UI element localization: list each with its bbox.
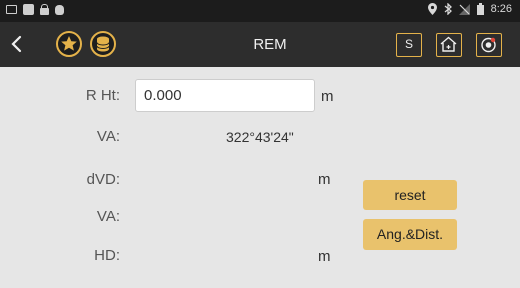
status-left-icons [6,4,64,15]
database-button[interactable] [90,31,116,57]
lock-icon [40,4,49,15]
location-icon [427,3,437,15]
bluetooth-icon [444,3,452,15]
va-label-2: VA: [96,208,120,225]
back-button[interactable] [4,30,32,58]
va-value: 322°43'24" [226,129,294,145]
rem-form: R Ht: 0.000 m VA: 322°43'24" dVD: m VA: … [0,67,520,288]
status-bar: 8:26 [0,0,520,22]
status-right-icons: 8:26 [427,3,512,15]
favorite-button[interactable] [56,31,82,57]
dvd-unit: m [318,171,331,188]
home-icon [440,36,457,52]
r-ht-label: R Ht: [85,87,120,104]
chevron-left-icon [11,35,22,53]
target-button[interactable] [476,33,502,57]
reset-button[interactable]: reset [363,180,457,210]
bug-icon [55,4,64,15]
va-label: VA: [96,128,120,145]
page-title: REM [253,36,287,53]
s-button[interactable]: S [396,33,422,57]
r-ht-unit: m [321,88,334,105]
no-signal-icon [458,3,470,15]
square-icon [23,4,34,15]
hd-unit: m [318,248,331,265]
r-ht-input[interactable]: 0.000 [135,79,315,112]
battery-icon [476,3,484,15]
database-icon [96,36,110,52]
dvd-label: dVD: [86,171,120,188]
image-icon [6,5,17,14]
target-icon [481,37,496,53]
clock-time: 8:26 [490,3,512,15]
ang-dist-button[interactable]: Ang.&Dist. [363,219,457,250]
s-button-label: S [404,37,413,51]
app-header: REM S [0,22,520,67]
home-button[interactable] [436,33,462,57]
hd-label: HD: [94,247,120,264]
star-icon [61,36,77,51]
